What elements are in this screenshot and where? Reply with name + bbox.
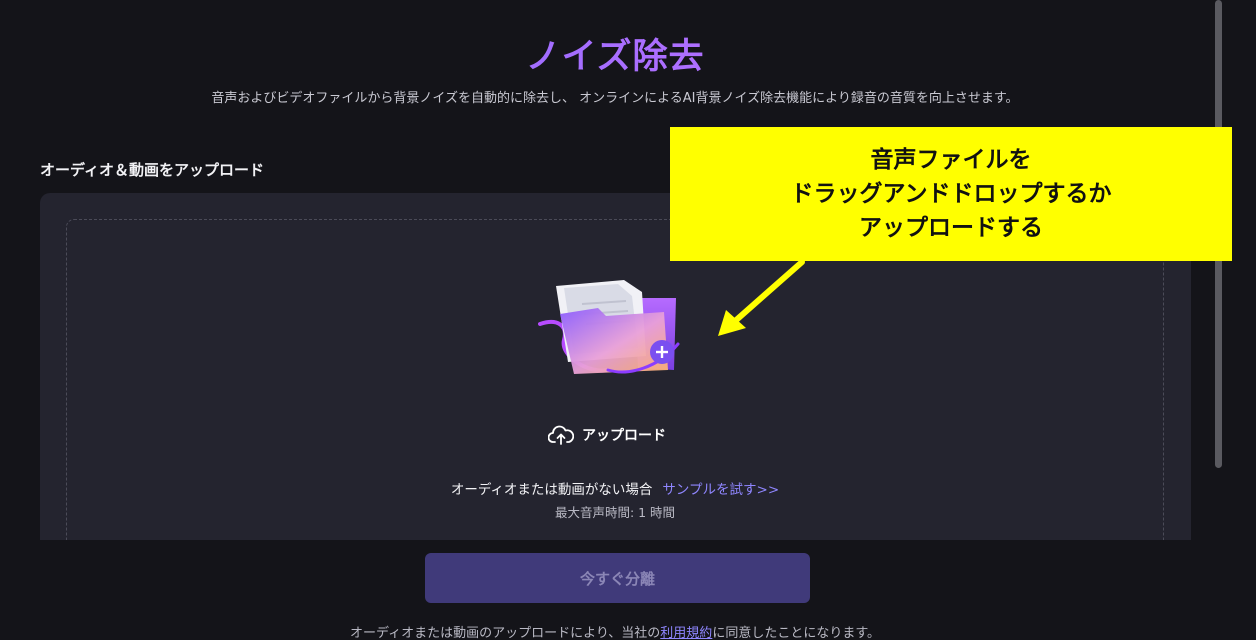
callout-annotation: 音声ファイルを ドラッグアンドドロップするか アップロードする [670,127,1232,261]
terms-notice: オーディオまたは動画のアップロードにより、当社の利用規約に同意したことになります… [0,622,1230,640]
terms-suffix: に同意したことになります。 [712,626,881,640]
upload-button[interactable]: アップロード [548,422,666,448]
try-sample-link[interactable]: サンプルを試す>> [662,482,779,498]
folder-icon [538,280,680,374]
no-file-text: オーディオまたは動画がない場合 [450,482,653,498]
terms-prefix: オーディオまたは動画のアップロードにより、当社の [349,626,661,640]
callout-line-1: 音声ファイルを [870,147,1032,173]
separate-now-button[interactable]: 今すぐ分離 [425,553,810,603]
callout-arrow-icon [718,259,805,336]
terms-of-use-link[interactable]: 利用規約 [660,626,712,640]
max-duration-text: 最大音声時間: 1 時間 [554,505,676,520]
page-subtitle: 音声およびビデオファイルから背景ノイズを自動的に除去し、 オンラインによるAI背… [211,91,1019,106]
upload-section-label: オーディオ＆動画をアップロード [40,161,264,179]
noise-removal-page: ノイズ除去 音声およびビデオファイルから背景ノイズを自動的に除去し、 オンライン… [0,0,1256,640]
cloud-upload-icon [548,425,574,445]
callout-line-3: アップロードする [859,215,1043,241]
page-title: ノイズ除去 [0,28,1230,79]
upload-button-label: アップロード [582,428,666,444]
callout-line-2: ドラッグアンドドロップするか [790,181,1112,207]
no-file-line: オーディオまたは動画がない場合 サンプルを試す>> [0,478,1230,498]
